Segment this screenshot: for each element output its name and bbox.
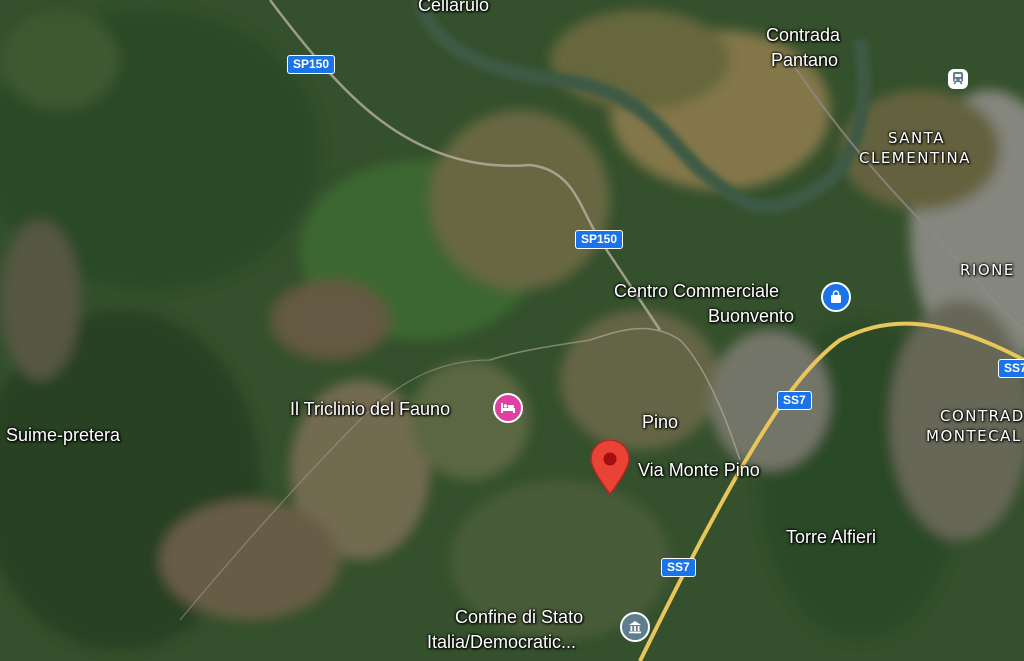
shopping-bag-icon (831, 290, 841, 303)
pin-label[interactable]: Via Monte Pino (638, 459, 760, 481)
poi-label-government-line2[interactable]: Italia/Democratic... (427, 631, 576, 653)
hotel-poi-marker[interactable] (493, 393, 523, 423)
place-label-santa-clementina-line2[interactable]: CLEMENTINA (859, 149, 971, 168)
place-label-suime-pretera[interactable]: Suime-pretera (6, 424, 120, 446)
place-label-contrada-pantano-line1[interactable]: Contrada (766, 24, 840, 46)
place-label-santa-clementina-line1[interactable]: SANTA (888, 129, 945, 148)
place-label-contrada-montecal-line1[interactable]: CONTRAD (940, 407, 1024, 426)
map-pin-icon[interactable] (589, 440, 631, 496)
satellite-imagery (0, 0, 1024, 661)
place-label-cellarulo[interactable]: Cellarulo (418, 0, 489, 16)
shopping-poi-marker[interactable] (821, 282, 851, 312)
poi-label-government-line1[interactable]: Confine di Stato (455, 606, 583, 628)
train-station-icon[interactable] (948, 69, 968, 89)
place-label-contrada-pantano-line2[interactable]: Pantano (771, 49, 838, 71)
poi-label-hotel[interactable]: Il Triclinio del Fauno (290, 398, 450, 420)
road-shield-sp150[interactable]: SP150 (287, 55, 336, 74)
poi-label-shopping-line2[interactable]: Buonvento (708, 305, 794, 327)
road-shield-sp150[interactable]: SP150 (575, 230, 624, 249)
road-shield-ss7[interactable]: SS7 (661, 558, 696, 577)
government-building-icon (629, 621, 641, 634)
bed-icon (501, 403, 515, 413)
place-label-torre-alfieri[interactable]: Torre Alfieri (786, 526, 876, 548)
road-shield-ss7[interactable]: SS7 (998, 359, 1024, 378)
place-label-contrada-montecal-line2[interactable]: MONTECAL (926, 427, 1022, 446)
government-poi-marker[interactable] (620, 612, 650, 642)
train-icon (953, 72, 963, 85)
road-shield-ss7[interactable]: SS7 (777, 391, 812, 410)
place-label-rione[interactable]: RIONE (960, 261, 1015, 280)
map-viewport[interactable]: Cellarulo Contrada Pantano SANTA CLEMENT… (0, 0, 1024, 661)
place-label-pino[interactable]: Pino (642, 411, 678, 433)
poi-label-shopping-line1[interactable]: Centro Commerciale (614, 280, 779, 302)
